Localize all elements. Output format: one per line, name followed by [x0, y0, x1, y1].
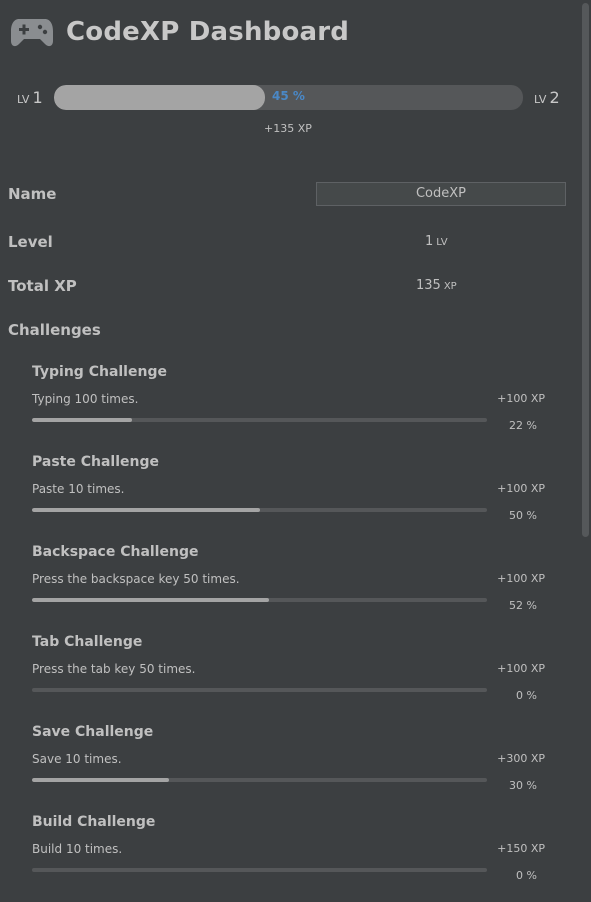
- challenge-progress-track: [32, 418, 487, 422]
- challenge-progress-track: [32, 778, 487, 782]
- challenges-heading: Challenges: [8, 321, 101, 339]
- level-value: 1 LV: [425, 234, 448, 249]
- challenge-progress-percent: 52 %: [509, 599, 537, 612]
- total-xp-number: 135: [416, 278, 441, 293]
- challenge-progress-track: [32, 688, 487, 692]
- xp-progress-percent: 45 %: [272, 89, 305, 103]
- challenge-progress-fill: [32, 598, 269, 602]
- challenge-item: Typing Challenge Typing 100 times. +100 XP…: [32, 364, 545, 454]
- name-field[interactable]: CodeXP: [316, 182, 566, 206]
- name-label: Name: [8, 185, 57, 203]
- gamepad-icon: [11, 19, 53, 47]
- challenge-reward: +150 XP: [497, 842, 545, 855]
- level-label: Level: [8, 233, 53, 251]
- total-xp-value: 135 XP: [416, 278, 457, 293]
- challenge-progress-percent: 30 %: [509, 779, 537, 792]
- challenge-item: Tab Challenge Press the tab key 50 times.…: [32, 634, 545, 724]
- challenge-title: Save Challenge: [32, 724, 154, 740]
- level-unit: LV: [436, 237, 448, 248]
- challenge-description: Press the tab key 50 times.: [32, 662, 196, 676]
- challenge-reward: +100 XP: [497, 572, 545, 585]
- header: CodeXP Dashboard: [10, 14, 349, 50]
- challenge-description: Build 10 times.: [32, 842, 123, 856]
- next-level-number: 2: [549, 88, 560, 107]
- challenge-reward: +100 XP: [497, 662, 545, 675]
- challenge-item: Paste Challenge Paste 10 times. +100 XP 50 …: [32, 454, 545, 544]
- challenge-title: Paste Challenge: [32, 454, 159, 470]
- challenge-progress-fill: [32, 418, 133, 422]
- challenge-item: Save Challenge Save 10 times. +300 XP 30 %: [32, 724, 545, 814]
- challenge-description: Paste 10 times.: [32, 482, 125, 496]
- challenge-reward: +300 XP: [497, 752, 545, 765]
- challenge-description: Typing 100 times.: [32, 392, 139, 406]
- current-level-label: LV 1: [17, 88, 43, 107]
- challenge-title: Typing Challenge: [32, 364, 167, 380]
- challenge-title: Backspace Challenge: [32, 544, 199, 560]
- challenge-item: Build Challenge Build 10 times. +150 XP 0 %: [32, 814, 545, 902]
- challenge-progress-track: [32, 598, 487, 602]
- challenge-title: Build Challenge: [32, 814, 156, 830]
- dashboard-page: CodeXP Dashboard LV 1 45 % LV 2 +135 XP Na…: [0, 0, 591, 902]
- xp-progress-fill: [54, 85, 266, 110]
- challenge-progress-percent: 0 %: [516, 869, 537, 882]
- challenge-progress-track: [32, 508, 487, 512]
- challenge-progress-percent: 22 %: [509, 419, 537, 432]
- next-level-label: LV 2: [534, 88, 560, 107]
- challenge-description: Save 10 times.: [32, 752, 122, 766]
- challenge-reward: +100 XP: [497, 482, 545, 495]
- challenge-progress-fill: [32, 778, 169, 782]
- xp-progress-bar: 45 %: [54, 85, 523, 110]
- challenge-item: Backspace Challenge Press the backspace k…: [32, 544, 545, 634]
- scrollbar-thumb[interactable]: [582, 3, 589, 537]
- challenge-title: Tab Challenge: [32, 634, 143, 650]
- xp-gain-text: +135 XP: [264, 122, 312, 135]
- challenge-description: Press the backspace key 50 times.: [32, 572, 240, 586]
- current-level-prefix: LV: [17, 93, 30, 106]
- next-level-prefix: LV: [534, 93, 547, 106]
- challenge-progress-percent: 0 %: [516, 689, 537, 702]
- challenge-progress-track: [32, 868, 487, 872]
- challenge-progress-fill: [32, 508, 260, 512]
- current-level-number: 1: [32, 88, 43, 107]
- page-title: CodeXP Dashboard: [66, 17, 350, 47]
- total-xp-label: Total XP: [8, 277, 77, 295]
- challenge-progress-percent: 50 %: [509, 509, 537, 522]
- total-xp-unit: XP: [443, 281, 457, 292]
- level-number: 1: [425, 234, 434, 249]
- challenge-reward: +100 XP: [497, 392, 545, 405]
